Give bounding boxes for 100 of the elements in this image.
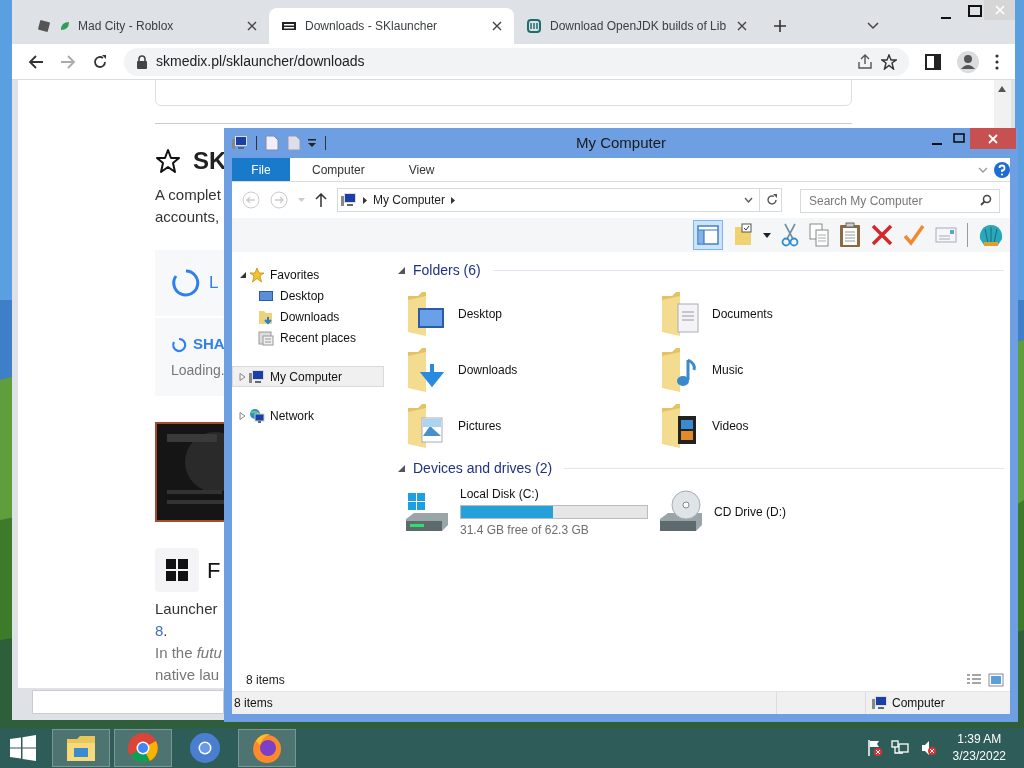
loading-status: Loading. [171,360,225,380]
speaker-icon[interactable] [920,740,937,756]
search-icon [980,193,992,206]
leaf-icon [60,21,70,31]
up-icon[interactable] [315,193,327,207]
browser-tab[interactable]: Downloads - SKlauncher [269,8,514,44]
file-item[interactable]: Downloads [398,342,652,398]
group-header[interactable]: Folders (6) [413,259,481,281]
refresh-icon[interactable] [766,194,778,206]
window-title: My Computer [576,132,666,153]
file-item[interactable]: Pictures [398,398,652,454]
loading-label: L [209,272,219,295]
computer-icon [249,368,265,385]
clock[interactable]: 1:39 AM 3/23/2022 [952,731,1006,765]
new-tab-icon[interactable] [773,19,787,33]
close-icon [994,5,1005,15]
taskbar-button[interactable] [52,729,110,767]
loading-label: SHA [193,334,225,355]
drive-info: 31.4 GB free of 62.3 GB [460,522,590,539]
caret-icon [451,196,456,204]
body-text: Launcher [155,599,219,619]
spinner-icon [171,268,201,298]
tree-item[interactable]: Recent places [232,327,388,348]
computer-icon[interactable] [232,135,248,151]
share-icon[interactable] [857,53,873,70]
shell-icon[interactable] [978,223,1004,247]
preview-pane-button[interactable] [693,220,723,250]
drive-item[interactable]: Local Disk (C:) 31.4 GB free of 62.3 GB [398,484,652,540]
file-item[interactable]: Videos [652,398,906,454]
clipboard-icon[interactable] [839,222,861,248]
status-text: Computer [892,695,945,712]
star-icon[interactable] [881,53,897,70]
body-text: A complet [155,185,222,205]
collapse-icon[interactable] [398,464,405,472]
chevron-down-icon[interactable] [867,22,879,30]
file-item[interactable]: Desktop [398,286,652,342]
close-icon [988,133,998,144]
maximize-icon[interactable] [968,5,982,17]
maximize-icon[interactable] [953,133,965,143]
close-icon[interactable] [737,21,747,31]
profile-icon[interactable] [957,50,979,73]
tree-item[interactable]: Downloads [232,306,388,327]
delete-icon[interactable] [871,224,893,246]
heading: SK [193,146,227,176]
ribbon-tab[interactable]: View [386,158,457,181]
more-icon[interactable] [995,53,999,70]
drive-item[interactable]: CD Drive (D:) [652,484,906,540]
address-bar[interactable]: skmedix.pl/sklauncher/downloads [124,47,909,76]
taskbar-button[interactable] [114,729,172,767]
close-icon[interactable] [492,21,502,31]
network-icon[interactable] [890,740,909,756]
expand-icon[interactable] [239,411,246,420]
caret-icon [363,196,367,204]
item-count: 8 items [246,671,285,689]
flag-icon[interactable] [866,739,883,757]
collapse-icon[interactable] [398,266,405,274]
tree-item[interactable]: Desktop [232,285,388,306]
chrome-icon [126,731,160,765]
tree-item[interactable]: My Computer [232,366,384,387]
expand-icon[interactable] [239,372,246,381]
drive-name: CD Drive (D:) [714,504,786,521]
checkmark-icon[interactable] [903,224,925,246]
browser-tab[interactable]: Download OpenJDK builds of Lib [514,8,759,44]
section-heading: F [207,556,221,585]
windows-icon[interactable] [10,735,36,761]
chromium-icon [188,731,222,765]
collapse-icon[interactable] [239,270,246,279]
computer-icon [341,192,357,208]
reload-icon[interactable] [92,53,108,70]
close-button[interactable] [970,128,1016,149]
pane-icon [697,225,719,245]
document-icon[interactable] [265,135,279,151]
star-icon [155,148,181,174]
tree-item[interactable]: Network [232,405,384,426]
file-item[interactable]: Documents [652,286,906,342]
body-text: . [163,622,168,639]
scroll-up-icon[interactable] [998,86,1006,92]
side-panel-icon[interactable] [925,53,941,70]
ribbon-tab[interactable]: File [232,158,290,181]
group-header[interactable]: Devices and drives (2) [413,457,553,479]
large-icons-view-icon[interactable] [988,672,1004,687]
body-text: accounts, [155,207,221,227]
ribbon-tab[interactable]: Computer [290,158,387,181]
chevron-down-icon[interactable] [744,197,753,203]
tree-item[interactable]: Favorites [232,264,384,285]
firefox-icon [250,731,284,765]
search-field[interactable]: Search My Computer [800,188,1000,213]
dropdown-icon[interactable] [763,232,771,238]
taskbar-button[interactable] [238,729,296,767]
folder-icon[interactable] [733,223,753,247]
close-icon[interactable] [247,21,257,31]
file-item[interactable]: Music [652,342,906,398]
star-icon [249,266,265,283]
status-text: 8 items [233,695,274,712]
dropdown-icon[interactable] [307,138,317,148]
address-bar[interactable]: My Computer [337,188,782,212]
browser-tab[interactable]: Mad City - Roblox [24,8,269,44]
back-icon[interactable] [28,53,44,70]
scissors-icon[interactable] [781,223,799,247]
help-icon[interactable] [994,162,1010,178]
